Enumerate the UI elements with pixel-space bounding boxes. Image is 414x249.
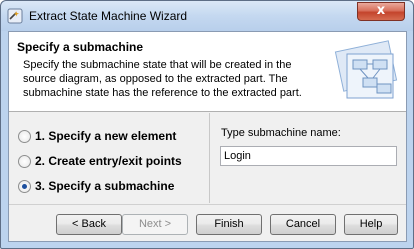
footer-divider xyxy=(9,204,406,205)
title-bar[interactable]: Extract State Machine Wizard x xyxy=(1,1,413,31)
close-button[interactable]: x xyxy=(357,2,405,21)
step-title: Specify a submachine xyxy=(17,40,144,54)
cancel-button[interactable]: Cancel xyxy=(270,214,336,235)
close-icon: x xyxy=(376,3,386,18)
step-description: Specify the submachine state that will b… xyxy=(23,59,302,99)
steps-list: 1. Specify a new element 2. Create entry… xyxy=(9,113,209,203)
step-1-label: 1. Specify a new element xyxy=(35,129,177,143)
back-button[interactable]: < Back xyxy=(56,214,122,235)
step-3-option[interactable]: 3. Specify a submachine xyxy=(18,178,174,194)
diagram-illustration xyxy=(334,40,398,99)
step-2-option[interactable]: 2. Create entry/exit points xyxy=(18,153,182,169)
submachine-name-input[interactable] xyxy=(220,146,397,166)
wizard-header: Specify a submachine Specify the submach… xyxy=(9,32,406,112)
step-3-label: 3. Specify a submachine xyxy=(35,179,175,193)
step-2-radio[interactable] xyxy=(18,154,31,168)
step-2-label: 2. Create entry/exit points xyxy=(35,154,182,168)
vertical-divider xyxy=(209,113,210,203)
step-1-radio[interactable] xyxy=(18,129,31,143)
help-button[interactable]: Help xyxy=(344,214,398,235)
window-title: Extract State Machine Wizard xyxy=(29,9,188,23)
wizard-window: Extract State Machine Wizard x Specify a… xyxy=(0,0,414,249)
step-1-option[interactable]: 1. Specify a new element xyxy=(18,128,176,144)
wizard-body: Specify a submachine Specify the submach… xyxy=(8,31,407,242)
next-button[interactable]: Next > xyxy=(122,214,188,235)
finish-button[interactable]: Finish xyxy=(196,214,262,235)
wizard-app-icon xyxy=(7,8,23,24)
submachine-name-label: Type submachine name: xyxy=(221,127,341,139)
step-3-radio[interactable] xyxy=(18,179,31,193)
